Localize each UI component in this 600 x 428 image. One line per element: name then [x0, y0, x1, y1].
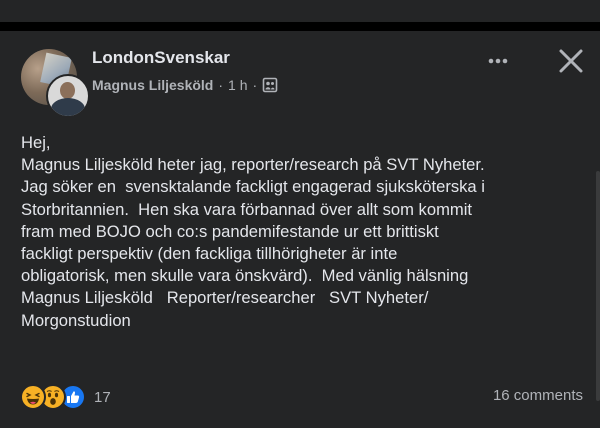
- post-text: Hej, Magnus Liljesköld heter jag, report…: [21, 133, 485, 330]
- author-name-link[interactable]: Magnus Liljesköld: [92, 77, 213, 93]
- meta-separator: ·: [218, 77, 224, 93]
- more-options-button[interactable]: [483, 51, 513, 71]
- haha-reaction-icon: [20, 384, 46, 410]
- close-button[interactable]: [556, 46, 586, 76]
- close-icon: [559, 49, 583, 73]
- post-meta: Magnus Liljesköld · 1 h ·: [92, 76, 278, 94]
- post-avatar-group[interactable]: [21, 49, 90, 118]
- reaction-count[interactable]: 17: [94, 389, 111, 406]
- meta-separator-2: ·: [252, 77, 258, 93]
- group-name-link[interactable]: LondonSvenskar: [92, 48, 230, 68]
- comments-count-link[interactable]: 16 comments: [493, 387, 583, 404]
- post-timestamp[interactable]: 1 h: [228, 77, 247, 93]
- previous-post-strip: [0, 0, 600, 22]
- group-audience-icon: [262, 77, 278, 93]
- author-avatar[interactable]: [46, 74, 90, 118]
- post-card: LondonSvenskar Magnus Liljesköld · 1 h ·…: [0, 31, 600, 428]
- scrollbar[interactable]: [596, 171, 600, 401]
- reaction-summary[interactable]: 17: [20, 384, 111, 410]
- author-avatar-head: [60, 82, 75, 99]
- more-options-icon: [488, 58, 508, 64]
- author-avatar-body: [51, 98, 85, 116]
